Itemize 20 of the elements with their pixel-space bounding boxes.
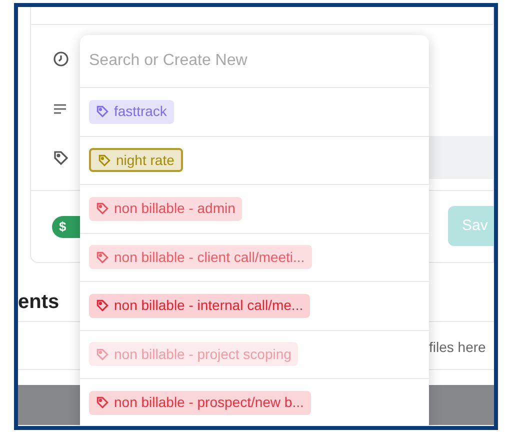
tag-icon [96, 250, 109, 264]
tag-icon [96, 299, 109, 312]
dropzone-text: files here [429, 338, 486, 357]
tag-icon [96, 202, 109, 216]
tag-icon [96, 105, 109, 118]
tag-option[interactable]: non billable - admin [89, 196, 242, 221]
section-heading: ents [18, 290, 60, 315]
tag-option[interactable]: non billable - client call/meeti... [89, 245, 312, 270]
tag-icon [98, 154, 111, 167]
tag-option[interactable]: non billable - internal call/me... [89, 294, 310, 318]
clock-icon [53, 51, 69, 67]
tag-icon [96, 348, 109, 361]
tag-option[interactable]: night rate [89, 148, 184, 172]
tag-icon [53, 150, 69, 166]
search-field[interactable]: Search or Create New [80, 35, 429, 88]
tag-icon [96, 396, 109, 410]
tag-option[interactable]: non billable - prospect/new b... [89, 390, 311, 415]
tag-option[interactable]: fasttrack [89, 100, 174, 124]
tag-option[interactable]: non billable - project scoping [89, 342, 298, 366]
description-icon [53, 103, 67, 115]
